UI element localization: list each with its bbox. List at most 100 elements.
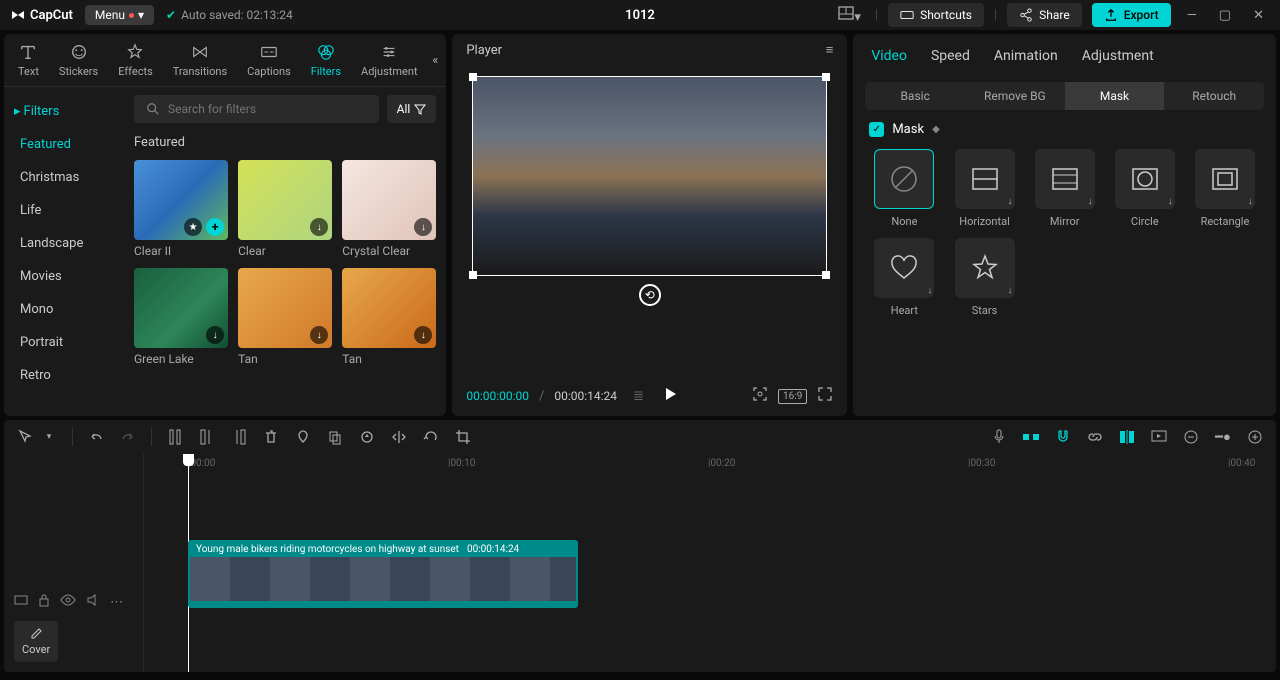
eye-icon[interactable]	[60, 594, 76, 610]
tab-effects[interactable]: Effects	[112, 38, 159, 82]
tab-animation[interactable]: Animation	[992, 44, 1060, 68]
add-icon[interactable]: +	[206, 218, 224, 236]
align-button[interactable]	[1118, 430, 1136, 444]
download-icon[interactable]: ↓	[414, 218, 432, 236]
search-box[interactable]	[134, 95, 379, 123]
minimize-button[interactable]: —	[1181, 8, 1203, 23]
cat-mono[interactable]: Mono	[4, 293, 124, 326]
mask-shape-circle[interactable]: ↓Circle	[1110, 149, 1180, 228]
favorite-icon[interactable]: ★	[184, 218, 202, 236]
handle-bl[interactable]	[469, 271, 477, 279]
filter-card[interactable]: ↓Green Lake	[134, 268, 228, 366]
cat-retro[interactable]: Retro	[4, 359, 124, 392]
selection-tool[interactable]	[16, 429, 34, 445]
tab-filters[interactable]: Filters	[305, 38, 347, 82]
tab-video[interactable]: Video	[869, 44, 909, 68]
tab-captions[interactable]: Captions	[241, 38, 297, 82]
filter-card[interactable]: ↓Tan	[342, 268, 436, 366]
redo-button[interactable]	[119, 429, 137, 445]
reset-icon[interactable]: ◆	[932, 124, 940, 135]
tab-text[interactable]: Text	[12, 38, 45, 82]
handle-br[interactable]	[822, 271, 830, 279]
duplicate-button[interactable]	[326, 429, 344, 445]
delete-button[interactable]	[262, 429, 280, 445]
mask-shape-stars[interactable]: ↓Stars	[949, 238, 1019, 317]
lock-icon[interactable]	[38, 593, 50, 611]
mask-shape-none[interactable]: None	[869, 149, 939, 228]
crop-button[interactable]	[454, 429, 472, 445]
collapse-icon[interactable]: «	[432, 53, 438, 68]
aspect-ratio-button[interactable]: 16:9	[778, 389, 807, 404]
close-button[interactable]: ✕	[1247, 8, 1270, 23]
rotate-handle[interactable]: ⟲	[639, 284, 661, 306]
zoom-in-button[interactable]	[1246, 430, 1264, 444]
video-clip[interactable]: Young male bikers riding motorcycles on …	[188, 540, 578, 608]
player-menu-icon[interactable]: ≡	[826, 42, 834, 58]
snap-button[interactable]	[1022, 431, 1040, 443]
mask-shape-heart[interactable]: ↓Heart	[869, 238, 939, 317]
layout-icon[interactable]: ▾	[834, 1, 865, 29]
reverse-button[interactable]	[358, 429, 376, 445]
fullscreen-icon[interactable]	[817, 386, 833, 406]
share-button[interactable]: Share	[1007, 3, 1082, 27]
video-preview[interactable]	[472, 76, 827, 276]
zoom-slider[interactable]: ━●	[1214, 429, 1232, 445]
cover-button[interactable]: Cover	[14, 621, 58, 662]
subtab-mask[interactable]: Mask	[1065, 82, 1165, 110]
more-icon[interactable]: ⋯	[110, 595, 123, 610]
filter-card[interactable]: ↓Tan	[238, 268, 332, 366]
magnet-button[interactable]	[1054, 429, 1072, 445]
play-button[interactable]	[662, 386, 678, 406]
mask-shape-rectangle[interactable]: ↓Rectangle	[1190, 149, 1260, 228]
timeline-tracks[interactable]: |00:00 |00:10 |00:20 |00:30 |00:40 Young…	[144, 454, 1276, 672]
dropdown-icon[interactable]: ▾	[40, 432, 58, 442]
filter-card[interactable]: ★+Clear II	[134, 160, 228, 258]
zoom-out-button[interactable]	[1182, 430, 1200, 444]
cat-movies[interactable]: Movies	[4, 260, 124, 293]
tab-transitions[interactable]: Transitions	[167, 38, 233, 82]
mic-button[interactable]	[990, 429, 1008, 445]
mirror-button[interactable]	[390, 429, 408, 445]
cat-christmas[interactable]: Christmas	[4, 161, 124, 194]
list-icon[interactable]: ≣	[633, 389, 644, 404]
timeline-ruler[interactable]: |00:00 |00:10 |00:20 |00:30 |00:40	[144, 454, 1276, 474]
rotate-button[interactable]	[422, 429, 440, 445]
mask-checkbox[interactable]: ✓	[869, 122, 884, 137]
mask-shape-mirror[interactable]: ↓Mirror	[1030, 149, 1100, 228]
cat-landscape[interactable]: Landscape	[4, 227, 124, 260]
tab-speed[interactable]: Speed	[929, 44, 972, 68]
cat-portrait[interactable]: Portrait	[4, 326, 124, 359]
subtab-removebg[interactable]: Remove BG	[965, 82, 1065, 110]
handle-tr[interactable]	[822, 73, 830, 81]
split-button[interactable]	[166, 429, 184, 445]
mask-shape-horizontal[interactable]: ↓Horizontal	[949, 149, 1019, 228]
all-filter-button[interactable]: All	[387, 95, 437, 123]
search-input[interactable]	[168, 102, 367, 116]
shortcuts-button[interactable]: Shortcuts	[888, 3, 984, 27]
scan-icon[interactable]	[752, 386, 768, 406]
menu-button[interactable]: Menu ▾	[85, 5, 154, 25]
link-button[interactable]	[1086, 429, 1104, 445]
track-toggle-icon[interactable]	[14, 593, 28, 611]
download-icon[interactable]: ↓	[206, 326, 224, 344]
split-left-button[interactable]	[198, 429, 216, 445]
tab-adjustment-right[interactable]: Adjustment	[1080, 44, 1156, 68]
subtab-basic[interactable]: Basic	[865, 82, 965, 110]
preview-button[interactable]	[1150, 430, 1168, 444]
download-icon[interactable]: ↓	[310, 326, 328, 344]
filter-card[interactable]: ↓Crystal Clear	[342, 160, 436, 258]
maximize-button[interactable]: ▢	[1213, 8, 1237, 23]
export-button[interactable]: Export	[1092, 3, 1171, 27]
tab-stickers[interactable]: Stickers	[53, 38, 104, 82]
download-icon[interactable]: ↓	[310, 218, 328, 236]
marker-button[interactable]	[294, 429, 312, 445]
mute-icon[interactable]	[86, 593, 100, 611]
cat-featured[interactable]: Featured	[4, 128, 124, 161]
cat-life[interactable]: Life	[4, 194, 124, 227]
undo-button[interactable]	[87, 429, 105, 445]
subtab-retouch[interactable]: Retouch	[1164, 82, 1264, 110]
download-icon[interactable]: ↓	[414, 326, 432, 344]
handle-tl[interactable]	[469, 73, 477, 81]
filter-card[interactable]: ↓Clear	[238, 160, 332, 258]
tab-adjustment[interactable]: Adjustment	[355, 38, 424, 82]
